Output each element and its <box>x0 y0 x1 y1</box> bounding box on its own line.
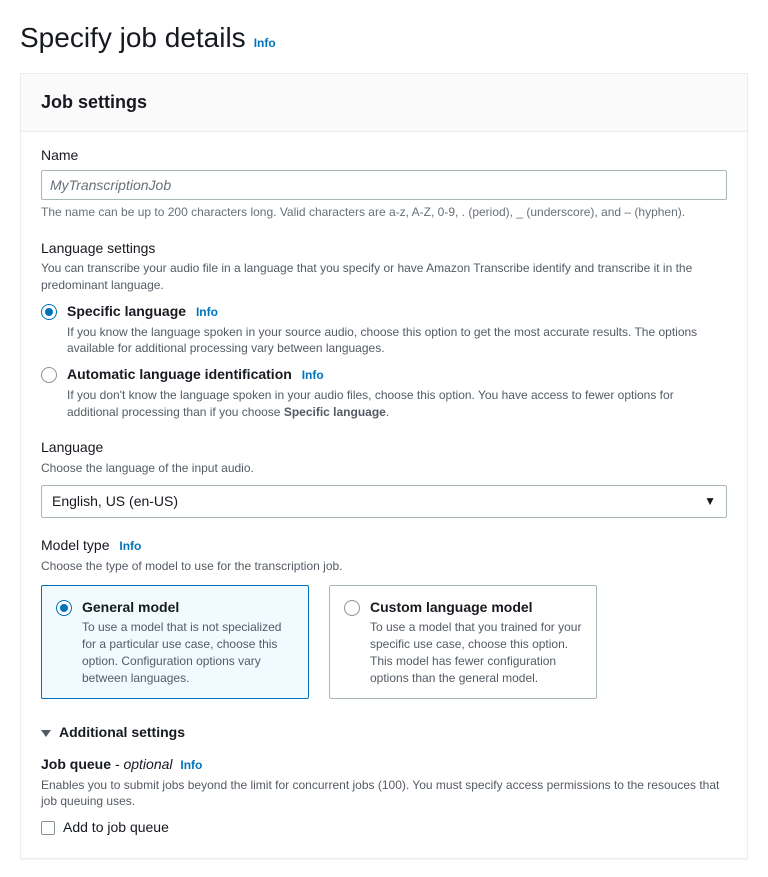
radio-specific-language[interactable]: Specific language Info If you know the l… <box>41 302 727 357</box>
automatic-language-info-link[interactable]: Info <box>302 368 324 382</box>
additional-settings-toggle[interactable]: Additional settings <box>41 723 727 743</box>
radio-title: Specific language <box>67 303 186 319</box>
panel-header: Job settings <box>21 74 747 132</box>
language-settings-section: Language settings You can transcribe you… <box>41 239 727 421</box>
language-helper: Choose the language of the input audio. <box>41 460 727 477</box>
radio-icon[interactable] <box>56 600 72 616</box>
job-queue-section: Job queue - optional Info Enables you to… <box>41 755 727 838</box>
page-title-text: Specify job details <box>20 18 246 57</box>
name-input[interactable] <box>41 170 727 200</box>
tile-custom-language-model[interactable]: Custom language model To use a model tha… <box>329 585 597 700</box>
additional-settings-label: Additional settings <box>59 723 185 743</box>
chevron-down-icon <box>41 730 51 737</box>
job-settings-panel: Job settings Name The name can be up to … <box>20 73 748 859</box>
tile-desc: To use a model that is not specialized f… <box>82 619 294 686</box>
job-queue-helper: Enables you to submit jobs beyond the li… <box>41 777 727 811</box>
radio-desc: If you don't know the language spoken in… <box>67 387 727 421</box>
add-to-job-queue-checkbox[interactable] <box>41 821 55 835</box>
radio-title: Automatic language identification <box>67 366 292 382</box>
language-label: Language <box>41 438 727 458</box>
model-type-label: Model type Info <box>41 536 727 556</box>
specific-language-info-link[interactable]: Info <box>196 305 218 319</box>
language-section: Language Choose the language of the inpu… <box>41 438 727 518</box>
page-title: Specify job details Info <box>20 18 748 57</box>
tile-title: General model <box>82 598 294 618</box>
chevron-down-icon: ▼ <box>704 493 716 510</box>
job-queue-optional: - optional <box>115 756 176 772</box>
page-title-info-link[interactable]: Info <box>254 35 276 52</box>
model-type-info-link[interactable]: Info <box>119 539 141 553</box>
job-queue-label-row: Job queue - optional Info <box>41 755 727 775</box>
name-field: Name The name can be up to 200 character… <box>41 146 727 220</box>
job-queue-label: Job queue <box>41 756 111 772</box>
language-select[interactable]: English, US (en-US) ▼ <box>41 485 727 519</box>
language-settings-label: Language settings <box>41 239 727 259</box>
add-to-job-queue-row[interactable]: Add to job queue <box>41 818 727 838</box>
language-selected-value: English, US (en-US) <box>52 492 178 512</box>
tile-desc: To use a model that you trained for your… <box>370 619 582 686</box>
tile-general-model[interactable]: General model To use a model that is not… <box>41 585 309 700</box>
name-label: Name <box>41 146 727 166</box>
radio-automatic-language[interactable]: Automatic language identification Info I… <box>41 365 727 420</box>
radio-icon[interactable] <box>344 600 360 616</box>
radio-icon[interactable] <box>41 367 57 383</box>
language-settings-helper: You can transcribe your audio file in a … <box>41 260 727 294</box>
radio-icon[interactable] <box>41 304 57 320</box>
add-to-job-queue-label: Add to job queue <box>63 818 169 838</box>
job-queue-info-link[interactable]: Info <box>180 758 202 772</box>
radio-desc: If you know the language spoken in your … <box>67 324 727 358</box>
tile-title: Custom language model <box>370 598 582 618</box>
model-type-section: Model type Info Choose the type of model… <box>41 536 727 699</box>
model-type-helper: Choose the type of model to use for the … <box>41 558 727 575</box>
name-helper: The name can be up to 200 characters lon… <box>41 204 727 221</box>
